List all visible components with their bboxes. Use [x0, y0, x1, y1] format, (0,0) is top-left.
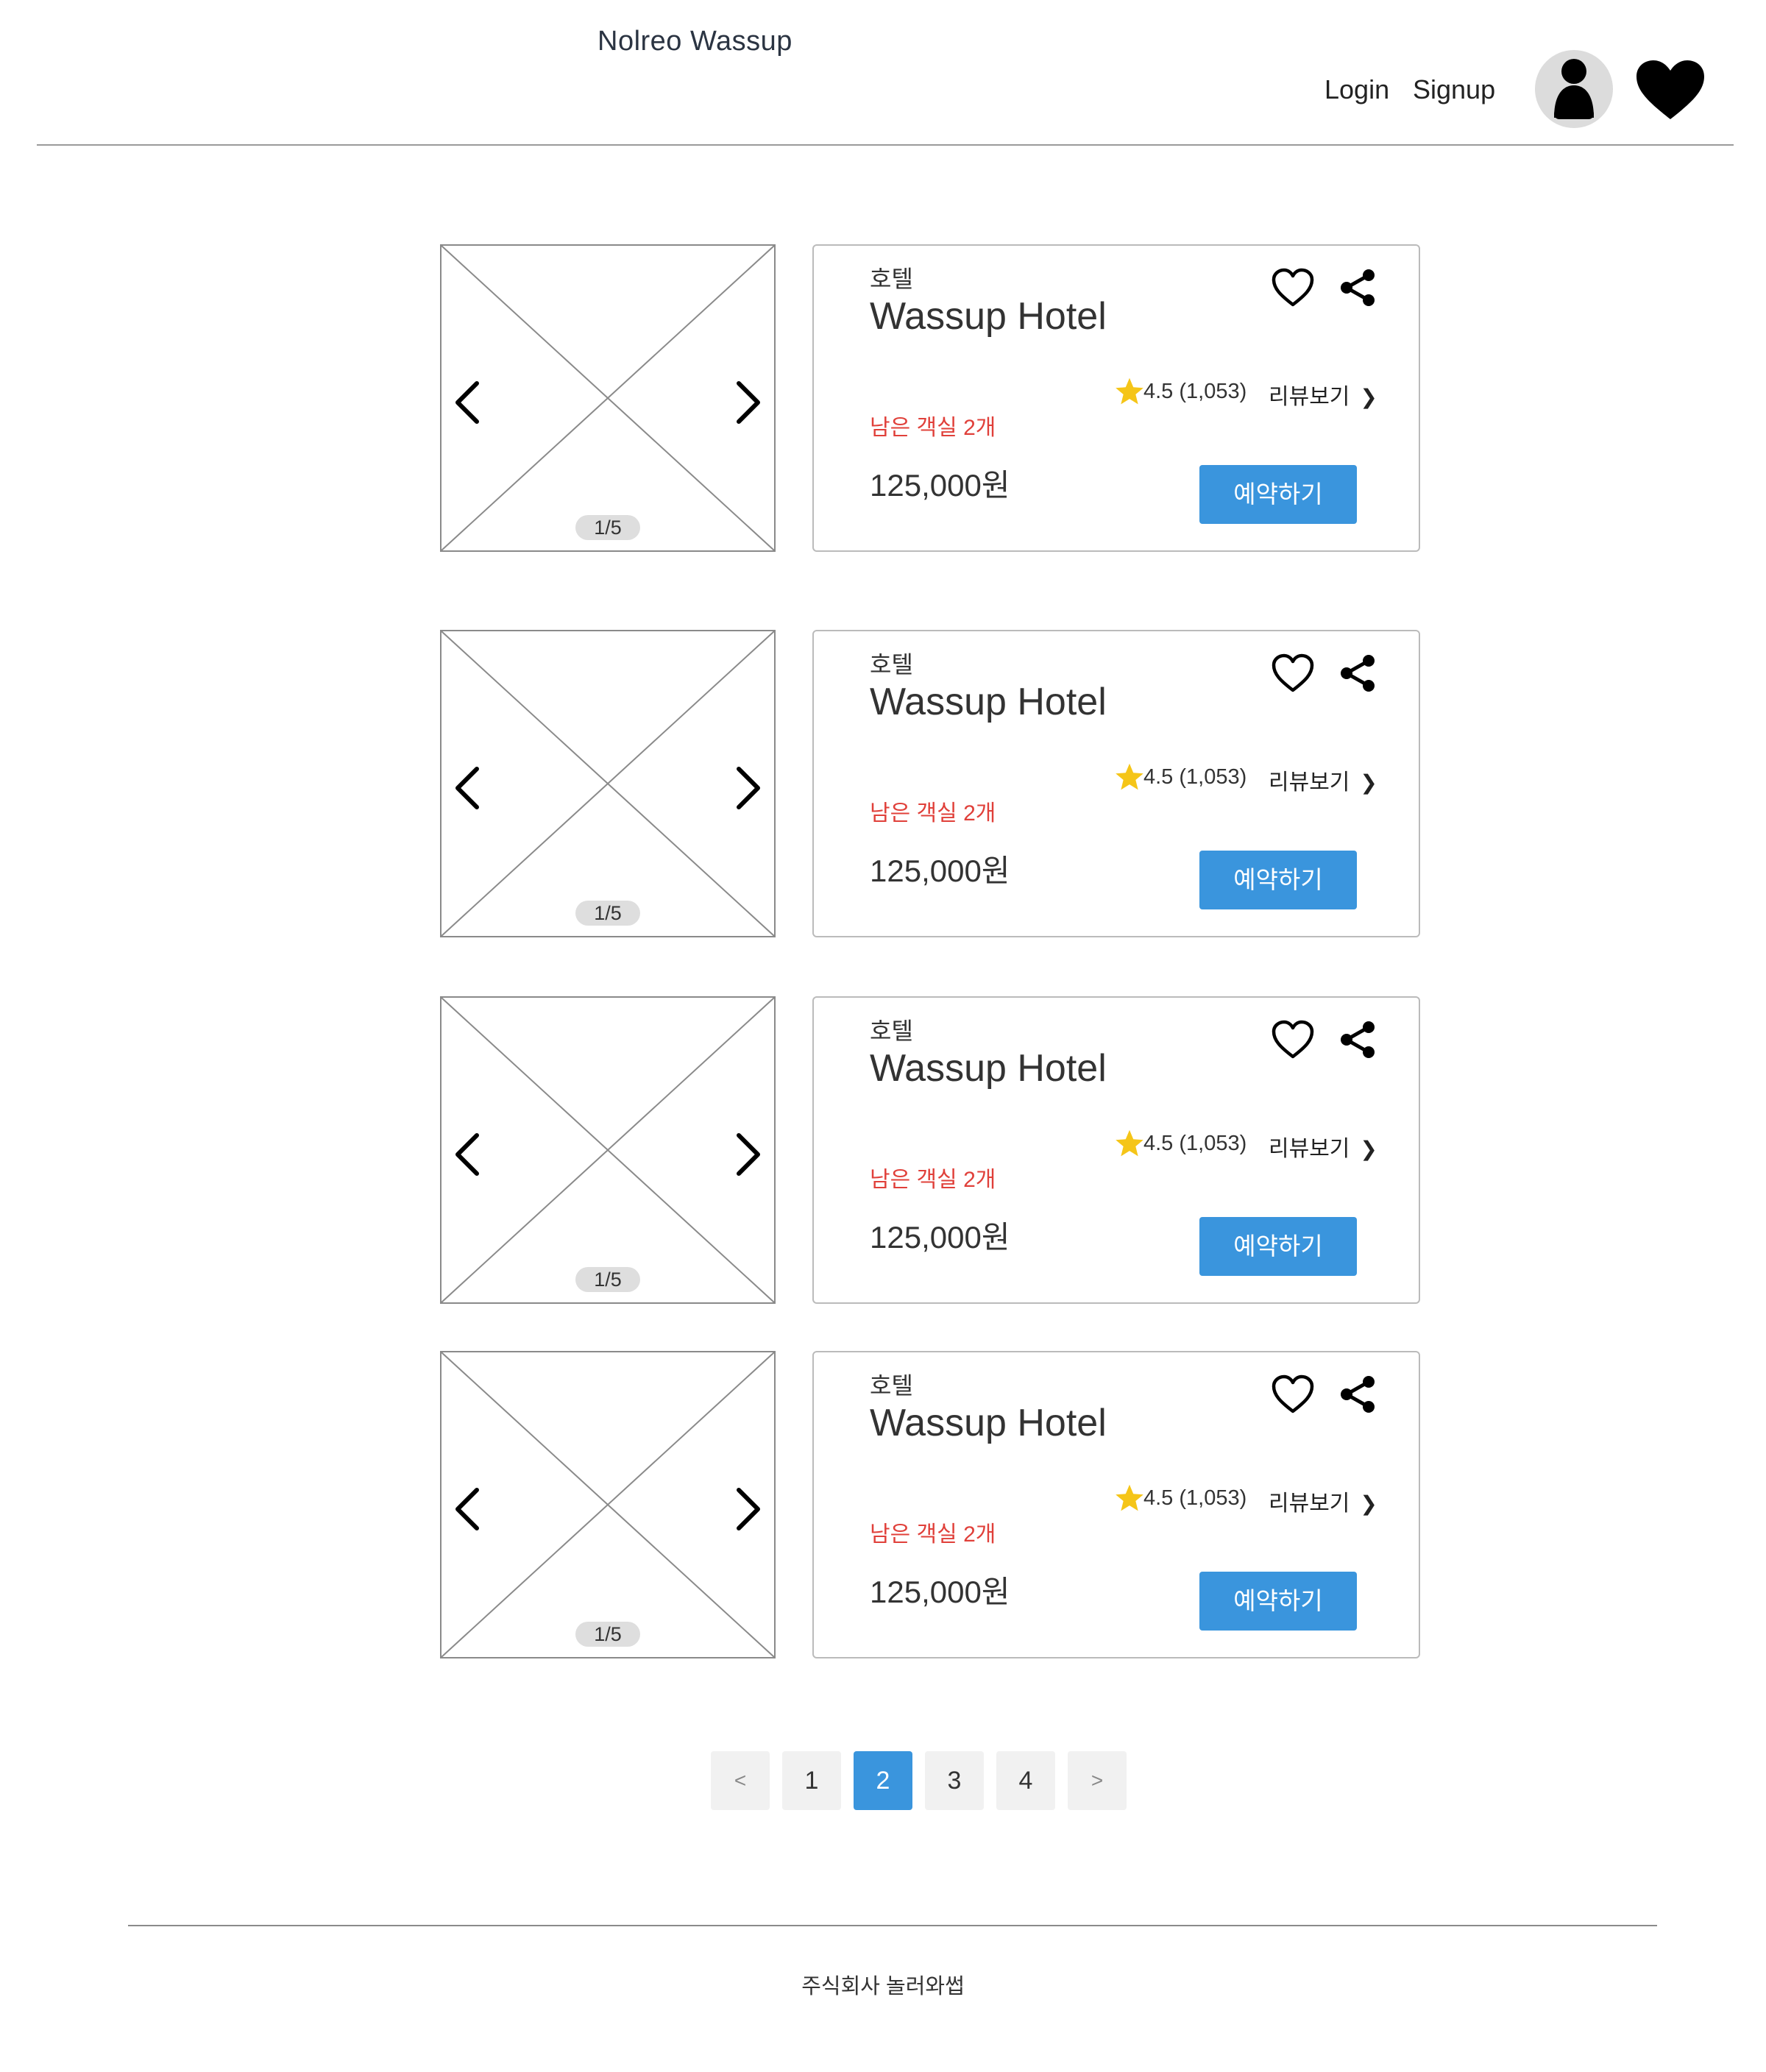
- image-counter: 1/5: [575, 901, 640, 926]
- hotel-image-carousel[interactable]: 1/5: [440, 996, 776, 1304]
- heart-outline-icon[interactable]: [1272, 1374, 1314, 1414]
- hotel-price: 125,000원: [870, 468, 1010, 503]
- star-icon: [1114, 377, 1145, 406]
- carousel-prev-icon[interactable]: [452, 766, 484, 810]
- login-link[interactable]: Login: [1324, 69, 1389, 110]
- hotel-card: 호텔 Wassup Hotel 4.5 (1,053) 리뷰보기 ❯ 남은 객실 2개 12…: [812, 630, 1420, 937]
- star-icon: [1114, 1483, 1145, 1513]
- hotel-price: 125,000원: [870, 854, 1010, 888]
- rating-text: 4.5 (1,053): [1143, 1486, 1247, 1510]
- rooms-left-text: 남은 객실 2개: [870, 1522, 996, 1547]
- heart-filled-icon[interactable]: [1635, 59, 1706, 122]
- rating-text: 4.5 (1,053): [1143, 1132, 1247, 1155]
- carousel-prev-icon[interactable]: [452, 1132, 484, 1177]
- view-reviews-link[interactable]: 리뷰보기 ❯: [1269, 1485, 1377, 1517]
- carousel-prev-icon[interactable]: [452, 380, 484, 425]
- hotel-card: 호텔 Wassup Hotel 4.5 (1,053) 리뷰보기 ❯ 남은 객실 2개 12…: [812, 996, 1420, 1304]
- pagination-page-4[interactable]: 4: [996, 1751, 1055, 1810]
- view-reviews-label: 리뷰보기: [1269, 770, 1350, 795]
- carousel-prev-icon[interactable]: [452, 1487, 484, 1531]
- hotel-category: 호텔: [870, 1372, 913, 1399]
- chevron-right-icon: ❯: [1360, 1138, 1377, 1160]
- hotel-category: 호텔: [870, 1018, 913, 1044]
- share-icon[interactable]: [1338, 268, 1377, 308]
- share-icon[interactable]: [1338, 653, 1377, 693]
- hotel-name[interactable]: Wassup Hotel: [870, 680, 1107, 724]
- share-icon[interactable]: [1338, 1020, 1377, 1060]
- hotel-category: 호텔: [870, 266, 913, 292]
- chevron-right-icon: ❯: [1360, 771, 1377, 794]
- hotel-card: 호텔 Wassup Hotel 4.5 (1,053) 리뷰보기 ❯ 남은 객실 2개 12…: [812, 1351, 1420, 1658]
- hotel-image-carousel[interactable]: 1/5: [440, 244, 776, 552]
- chevron-right-icon: ❯: [1360, 386, 1377, 408]
- hotel-image-carousel[interactable]: 1/5: [440, 1351, 776, 1658]
- hotel-price: 125,000원: [870, 1575, 1010, 1609]
- pagination-next-button[interactable]: >: [1068, 1751, 1127, 1810]
- carousel-next-icon[interactable]: [731, 766, 764, 810]
- heart-outline-icon[interactable]: [1272, 653, 1314, 693]
- heart-outline-icon[interactable]: [1272, 268, 1314, 308]
- signup-link[interactable]: Signup: [1413, 69, 1495, 110]
- chevron-right-icon: ❯: [1360, 1492, 1377, 1515]
- star-icon: [1114, 1129, 1145, 1158]
- carousel-next-icon[interactable]: [731, 1132, 764, 1177]
- view-reviews-link[interactable]: 리뷰보기 ❯: [1269, 378, 1377, 411]
- star-icon: [1114, 762, 1145, 792]
- book-button[interactable]: 예약하기: [1199, 1572, 1357, 1631]
- share-icon[interactable]: [1338, 1374, 1377, 1414]
- footer-divider: [128, 1925, 1657, 1926]
- hotel-name[interactable]: Wassup Hotel: [870, 294, 1107, 338]
- rooms-left-text: 남은 객실 2개: [870, 1168, 996, 1192]
- book-button[interactable]: 예약하기: [1199, 851, 1357, 909]
- book-button[interactable]: 예약하기: [1199, 465, 1357, 524]
- hotel-category: 호텔: [870, 651, 913, 678]
- pagination-page-3[interactable]: 3: [925, 1751, 984, 1810]
- view-reviews-link[interactable]: 리뷰보기 ❯: [1269, 764, 1377, 796]
- hotel-card: 호텔 Wassup Hotel 4.5 (1,053) 리뷰보기 ❯ 남은 객실 2개 12…: [812, 244, 1420, 552]
- hotel-price: 125,000원: [870, 1220, 1010, 1255]
- view-reviews-link[interactable]: 리뷰보기 ❯: [1269, 1130, 1377, 1163]
- book-button[interactable]: 예약하기: [1199, 1217, 1357, 1276]
- view-reviews-label: 리뷰보기: [1269, 385, 1350, 409]
- site-title[interactable]: Nolreo Wassup: [597, 22, 792, 60]
- rating-text: 4.5 (1,053): [1143, 380, 1247, 403]
- hotel-image-carousel[interactable]: 1/5: [440, 630, 776, 937]
- rooms-left-text: 남은 객실 2개: [870, 416, 996, 440]
- image-counter: 1/5: [575, 1267, 640, 1292]
- pagination-page-1[interactable]: 1: [782, 1751, 841, 1810]
- carousel-next-icon[interactable]: [731, 1487, 764, 1531]
- pagination-prev-button[interactable]: <: [711, 1751, 770, 1810]
- image-counter: 1/5: [575, 515, 640, 540]
- pagination-page-2[interactable]: 2: [854, 1751, 912, 1810]
- user-avatar-icon[interactable]: [1535, 50, 1613, 128]
- footer-company-text: 주식회사 놀러와썹: [801, 1975, 965, 1998]
- view-reviews-label: 리뷰보기: [1269, 1137, 1350, 1161]
- heart-outline-icon[interactable]: [1272, 1020, 1314, 1060]
- rating-text: 4.5 (1,053): [1143, 765, 1247, 789]
- hotel-name[interactable]: Wassup Hotel: [870, 1401, 1107, 1445]
- carousel-next-icon[interactable]: [731, 380, 764, 425]
- view-reviews-label: 리뷰보기: [1269, 1491, 1350, 1516]
- header-divider: [37, 144, 1734, 146]
- rooms-left-text: 남은 객실 2개: [870, 801, 996, 826]
- hotel-name[interactable]: Wassup Hotel: [870, 1046, 1107, 1090]
- image-counter: 1/5: [575, 1622, 640, 1647]
